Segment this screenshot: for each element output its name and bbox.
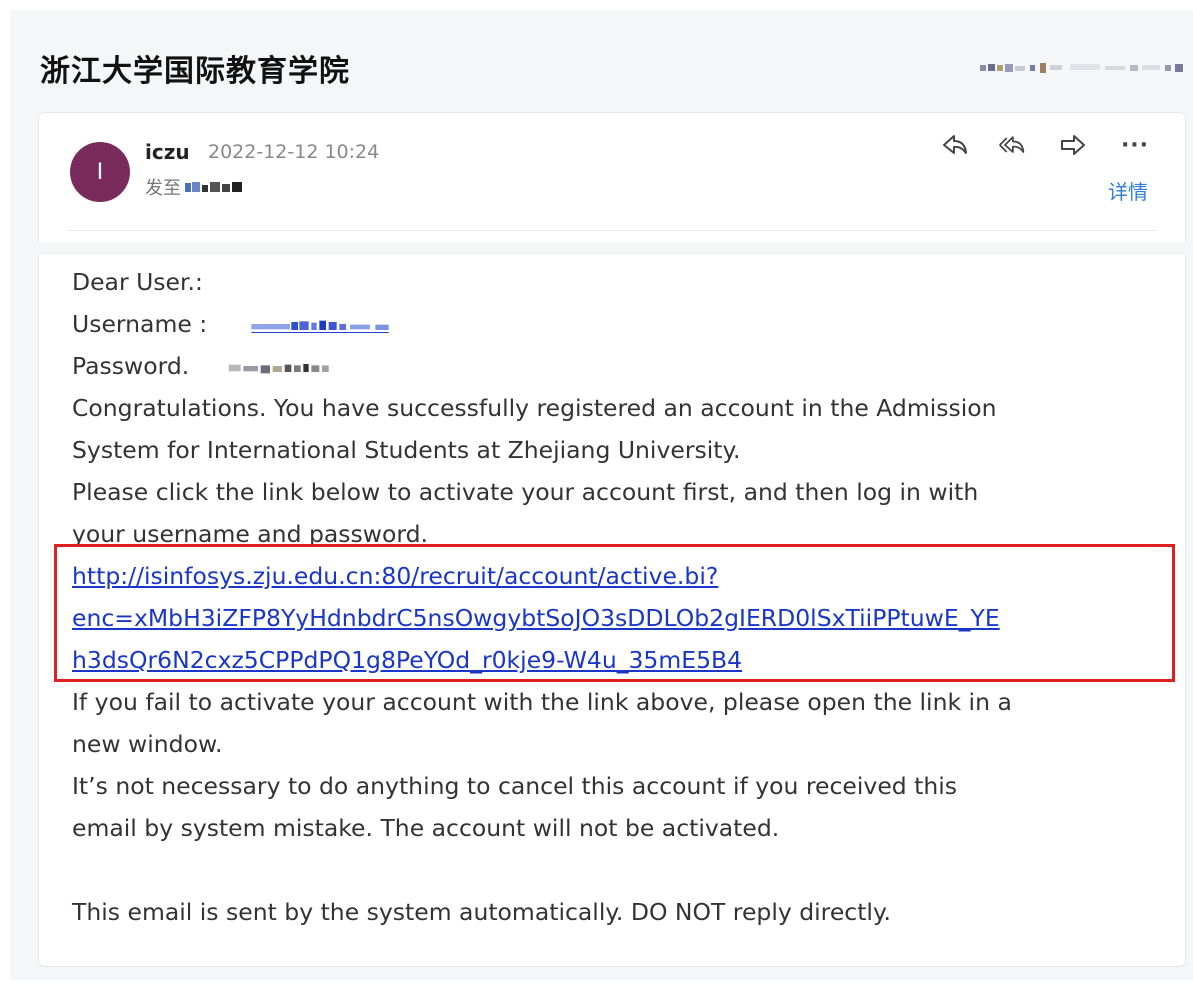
- reply-button[interactable]: [940, 130, 970, 160]
- more-icon: ···: [1120, 132, 1150, 158]
- header-divider: [66, 230, 1158, 231]
- password-label: Password.: [72, 352, 190, 380]
- greeting: Dear User.:: [72, 268, 203, 296]
- forward-icon: [1061, 135, 1085, 155]
- reply-all-button[interactable]: [997, 130, 1027, 160]
- paragraph-fallback-2: new window.: [72, 730, 223, 758]
- activation-link-line-1[interactable]: http://isinfosys.zju.edu.cn:80/recruit/a…: [72, 562, 718, 590]
- paragraph-cancel-2: email by system mistake. The account wil…: [72, 814, 780, 842]
- paragraph-cancel-1: It’s not necessary to do anything to can…: [72, 772, 958, 800]
- redacted-password: [228, 363, 329, 373]
- paragraph-instructions-1: Please click the link below to activate …: [72, 478, 979, 506]
- activation-link-line-3[interactable]: h3dsQr6N2cxz5CPPdPQ1g8PeYOd_r0kje9-W4u_3…: [72, 646, 742, 674]
- sent-time: 2022-12-12 10:24: [208, 141, 380, 163]
- activation-link-line-2[interactable]: enc=xMbH3iZFP8YyHdnbdrC5nsOwgybtSoJO3sDD…: [72, 604, 1000, 632]
- username-line: Username :: [72, 310, 465, 338]
- recipient-row: 发至: [145, 174, 257, 200]
- details-link[interactable]: 详情: [1108, 176, 1148, 205]
- sender-name[interactable]: iczu: [145, 140, 190, 164]
- sender-avatar[interactable]: I: [70, 142, 130, 202]
- forward-button[interactable]: [1058, 130, 1088, 160]
- to-label: 发至: [145, 178, 181, 199]
- email-subject: 浙江大学国际教育学院: [40, 54, 350, 89]
- reply-icon: [943, 135, 967, 154]
- username-label: Username :: [72, 310, 208, 338]
- paragraph-congrats-1: Congratulations. You have successfully r…: [72, 394, 997, 422]
- redacted-username-link[interactable]: [207, 318, 465, 334]
- more-button[interactable]: ···: [1120, 130, 1150, 160]
- footer-notice: This email is sent by the system automat…: [72, 898, 891, 926]
- paragraph-fallback-1: If you fail to activate your account wit…: [72, 688, 1012, 716]
- redacted-recipient: [185, 182, 242, 192]
- reply-all-icon: [999, 136, 1025, 153]
- password-line: Password.: [72, 352, 419, 380]
- redacted-header-info: [980, 63, 1183, 73]
- paragraph-congrats-2: System for International Students at Zhe…: [72, 436, 741, 464]
